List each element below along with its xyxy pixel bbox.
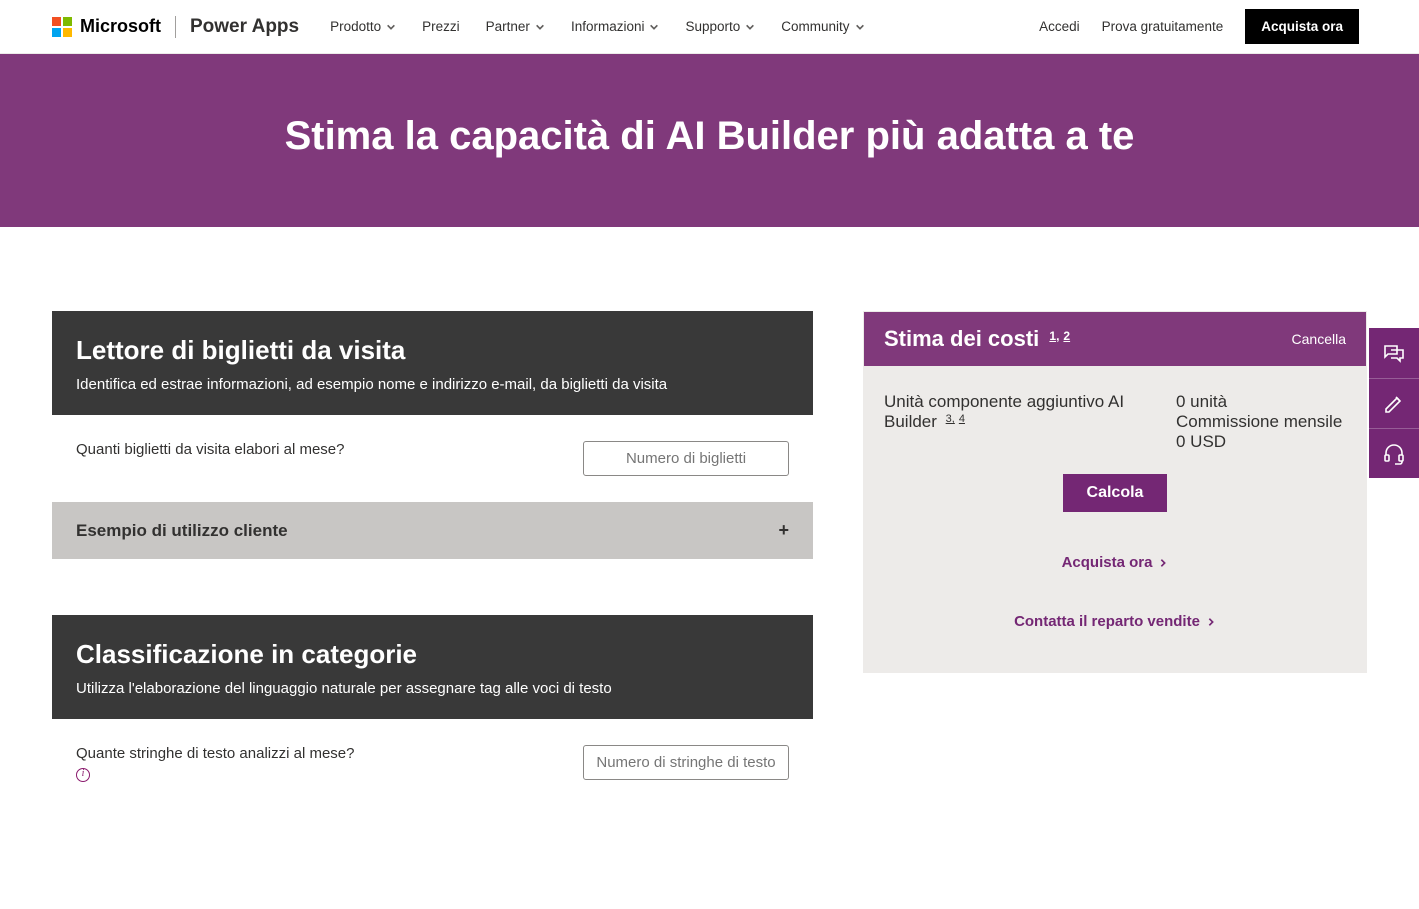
chat-button[interactable] (1369, 328, 1419, 378)
card-body: Quanti biglietti da visita elabori al me… (52, 415, 813, 502)
card-title: Classificazione in categorie (76, 639, 789, 670)
nav-divider (175, 16, 176, 38)
nav-item-partner[interactable]: Partner (473, 0, 558, 54)
page-title: Stima la capacità di AI Builder più adat… (20, 114, 1399, 159)
chevron-right-icon (1206, 617, 1216, 627)
nav-item-prezzi[interactable]: Prezzi (409, 0, 473, 54)
footnote-ref-3[interactable]: 3, (946, 413, 955, 425)
microsoft-text: Microsoft (80, 16, 161, 37)
calculator-cards: Lettore di biglietti da visita Identific… (52, 311, 813, 869)
nav-items: Prodotto Prezzi Partner Informazioni Sup… (317, 0, 877, 54)
business-cards-count-input[interactable] (583, 441, 789, 476)
cost-row: Unità componente aggiuntivo AI Builder 3… (884, 392, 1346, 452)
card-title: Lettore di biglietti da visita (76, 335, 789, 366)
buy-now-text: Acquista ora (1062, 554, 1153, 571)
addon-unit-text: Unità componente aggiuntivo AI Builder (884, 392, 1124, 431)
nav-item-informazioni[interactable]: Informazioni (558, 0, 673, 54)
card-body: Quante stringhe di testo analizzi al mes… (52, 719, 813, 813)
nav-item-prodotto[interactable]: Prodotto (317, 0, 409, 54)
chevron-right-icon (1158, 558, 1168, 568)
headset-icon (1382, 442, 1406, 466)
chevron-down-icon (745, 22, 755, 32)
nav-item-label: Informazioni (571, 19, 645, 34)
card-business-card-reader: Lettore di biglietti da visita Identific… (52, 311, 813, 559)
try-free-link[interactable]: Prova gratuitamente (1102, 19, 1224, 34)
cost-values: 0 unità Commissione mensile 0 USD (1176, 392, 1346, 452)
contact-sales-link[interactable]: Contatta il reparto vendite (884, 613, 1346, 630)
cost-title: Stima dei costi 1, 2 (884, 326, 1070, 352)
cost-title-text: Stima dei costi (884, 326, 1039, 351)
cost-body: Unità componente aggiuntivo AI Builder 3… (864, 366, 1366, 672)
card-description: Identifica ed estrae informazioni, ad es… (76, 376, 789, 393)
card-header: Lettore di biglietti da visita Identific… (52, 311, 813, 415)
pencil-icon (1382, 392, 1406, 416)
card-category-classification: Classificazione in categorie Utilizza l'… (52, 615, 813, 813)
info-icon[interactable] (76, 768, 90, 782)
card-description: Utilizza l'elaborazione del linguaggio n… (76, 680, 789, 697)
support-button[interactable] (1369, 428, 1419, 478)
nav-item-label: Partner (486, 19, 530, 34)
units-value: 0 unità (1176, 392, 1346, 412)
nav-item-community[interactable]: Community (768, 0, 877, 54)
card-question: Quanti biglietti da visita elabori al me… (76, 441, 344, 458)
nav-right: Accedi Prova gratuitamente Acquista ora (1039, 9, 1359, 44)
nav-item-label: Community (781, 19, 849, 34)
nav-item-label: Supporto (685, 19, 740, 34)
side-action-rail (1369, 328, 1419, 478)
accordion-label: Esempio di utilizzo cliente (76, 521, 288, 541)
chevron-down-icon (535, 22, 545, 32)
clear-button[interactable]: Cancella (1292, 331, 1346, 347)
top-nav: Microsoft Power Apps Prodotto Prezzi Par… (0, 0, 1419, 54)
brand-title[interactable]: Power Apps (190, 16, 299, 38)
cost-card: Stima dei costi 1, 2 Cancella Unità compo… (863, 311, 1367, 673)
buy-now-header-button[interactable]: Acquista ora (1245, 9, 1359, 44)
question-wrapper: Quante stringhe di testo analizzi al mes… (76, 745, 355, 787)
feedback-button[interactable] (1369, 378, 1419, 428)
nav-item-supporto[interactable]: Supporto (672, 0, 768, 54)
customer-example-accordion[interactable]: Esempio di utilizzo cliente + (52, 502, 813, 559)
main-content: Lettore di biglietti da visita Identific… (0, 227, 1419, 909)
calculate-button[interactable]: Calcola (1063, 474, 1168, 512)
card-question: Quante stringhe di testo analizzi al mes… (76, 745, 355, 762)
buy-now-link[interactable]: Acquista ora (884, 554, 1346, 571)
footnote-ref-2[interactable]: 2 (1063, 329, 1070, 343)
hero-banner: Stima la capacità di AI Builder più adat… (0, 54, 1419, 227)
cost-estimate-panel: Stima dei costi 1, 2 Cancella Unità compo… (863, 311, 1367, 673)
text-strings-count-input[interactable] (583, 745, 789, 780)
footnote-ref-1[interactable]: 1, (1049, 329, 1059, 343)
monthly-fee-value: Commissione mensile 0 USD (1176, 412, 1346, 452)
footnote-ref-4[interactable]: 4 (959, 413, 965, 425)
addon-unit-label: Unità componente aggiuntivo AI Builder 3… (884, 392, 1136, 452)
chevron-down-icon (649, 22, 659, 32)
chevron-down-icon (386, 22, 396, 32)
chat-icon (1382, 341, 1406, 365)
card-header: Classificazione in categorie Utilizza l'… (52, 615, 813, 719)
microsoft-logo-icon (52, 17, 72, 37)
contact-sales-text: Contatta il reparto vendite (1014, 613, 1200, 630)
chevron-down-icon (855, 22, 865, 32)
cost-header: Stima dei costi 1, 2 Cancella (864, 312, 1366, 366)
microsoft-logo[interactable]: Microsoft (52, 16, 161, 37)
nav-item-label: Prezzi (422, 19, 460, 34)
plus-icon: + (778, 520, 789, 541)
nav-item-label: Prodotto (330, 19, 381, 34)
signin-link[interactable]: Accedi (1039, 19, 1080, 34)
